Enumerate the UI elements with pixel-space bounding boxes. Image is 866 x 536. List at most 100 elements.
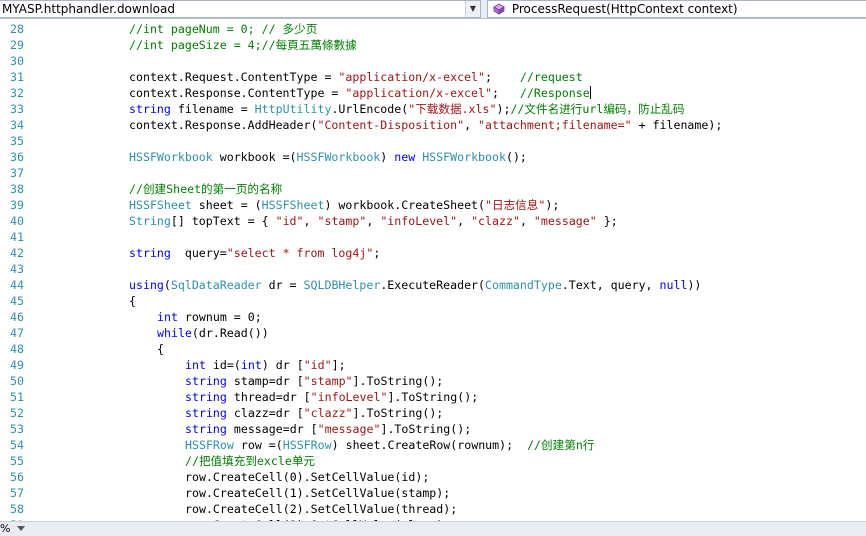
code-token: ].ToString(); xyxy=(352,406,444,420)
code-text: { xyxy=(129,293,136,309)
code-line[interactable]: 39 HSSFSheet sheet = (HSSFSheet) workbook… xyxy=(0,197,866,213)
line-number: 35 xyxy=(10,134,24,148)
code-token: , xyxy=(519,214,534,228)
code-token: ].ToString(); xyxy=(387,390,479,404)
member-selector-label: ProcessRequest(HttpContext context) xyxy=(511,2,738,16)
type-selector-dropdown[interactable]: MYASP.httphandler.download ▼ xyxy=(0,0,481,18)
code-line[interactable]: 43 xyxy=(0,261,866,277)
code-editor[interactable]: 28 //int pageNum = 0; // 多少页 29 //int pageS… xyxy=(0,19,866,521)
code-text: HSSFRow row =(HSSFRow) sheet.CreateRow(r… xyxy=(185,437,594,453)
code-text: using(SqlDataReader dr = SQLDBHelper.Exe… xyxy=(129,277,701,293)
code-line[interactable]: 47 while(dr.Read()) xyxy=(0,325,866,341)
code-text: string clazz=dr ["clazz"].ToString(); xyxy=(185,405,443,421)
code-text: //把值填充到excle单元 xyxy=(185,453,315,469)
code-token: context.Response.AddHeader( xyxy=(129,118,318,132)
code-token: ) xyxy=(380,150,395,164)
code-token: row.CreateCell(1).SetCellValue(stamp); xyxy=(185,486,451,500)
code-text: string message=dr ["message"].ToString()… xyxy=(185,421,471,437)
code-token: , xyxy=(464,118,479,132)
code-comment: //int pageSize = 4;//每頁五萬條數據 xyxy=(129,38,357,52)
code-line[interactable]: 36 HSSFWorkbook workbook =(HSSFWorkbook) … xyxy=(0,149,866,165)
code-line[interactable]: 31 context.Request.ContentType = "applica… xyxy=(0,69,866,85)
line-number: 51 xyxy=(10,390,24,404)
code-type: HSSFWorkbook xyxy=(296,150,381,164)
code-token: query= xyxy=(170,246,227,260)
zoom-level[interactable]: % xyxy=(0,522,10,536)
code-token: , xyxy=(457,214,472,228)
line-number: 55 xyxy=(10,454,24,468)
code-line[interactable]: 52 string clazz=dr ["clazz"].ToString(); xyxy=(0,405,866,421)
code-string: "message" xyxy=(317,422,381,436)
code-keyword: string xyxy=(129,102,171,116)
code-token: thread=dr [ xyxy=(226,390,311,404)
code-line[interactable]: 57 row.CreateCell(1).SetCellValue(stamp); xyxy=(0,485,866,501)
code-line[interactable]: 33 string filename = HttpUtility.UrlEncod… xyxy=(0,101,866,117)
code-token: filename = xyxy=(170,102,255,116)
code-line[interactable]: 30 xyxy=(0,53,866,69)
code-line[interactable]: 28 //int pageNum = 0; // 多少页 xyxy=(0,21,866,37)
member-selector-dropdown[interactable]: ProcessRequest(HttpContext context) xyxy=(487,0,866,18)
code-line[interactable]: 46 int rownum = 0; xyxy=(0,309,866,325)
code-line[interactable]: 53 string message=dr ["message"].ToString… xyxy=(0,421,866,437)
code-line[interactable]: 58 row.CreateCell(2).SetCellValue(thread)… xyxy=(0,501,866,517)
code-string: "stamp" xyxy=(317,214,367,228)
code-line[interactable]: 45 { xyxy=(0,293,866,309)
code-string: "clazz" xyxy=(303,406,353,420)
code-text: HSSFWorkbook workbook =(HSSFWorkbook) ne… xyxy=(129,149,527,165)
code-line[interactable]: 41 xyxy=(0,229,866,245)
code-token: .UrlEncode( xyxy=(331,102,409,116)
method-icon xyxy=(492,3,506,15)
code-line[interactable]: 51 string thread=dr ["infoLevel"].ToStrin… xyxy=(0,389,866,405)
code-type: HSSFSheet xyxy=(129,198,192,212)
code-token: ; xyxy=(485,70,520,84)
code-type: HSSFWorkbook xyxy=(129,150,213,164)
code-line[interactable]: 40 String[] topText = { "id", "stamp", "i… xyxy=(0,213,866,229)
code-comment: //Response xyxy=(519,86,590,100)
code-keyword: while xyxy=(157,326,192,340)
code-string: "application/x-excel" xyxy=(345,86,492,100)
line-number: 46 xyxy=(10,310,24,324)
code-token: ; xyxy=(373,246,381,260)
code-string: "attachment;filename=" xyxy=(478,118,632,132)
code-line[interactable]: 54 HSSFRow row =(HSSFRow) sheet.CreateRow… xyxy=(0,437,866,453)
code-string: "infoLevel" xyxy=(380,214,458,228)
code-line[interactable]: 29 //int pageSize = 4;//每頁五萬條數據 xyxy=(0,37,866,53)
code-token: row.CreateCell(0).SetCellValue(id); xyxy=(185,470,430,484)
code-line[interactable]: 50 string stamp=dr ["stamp"].ToString(); xyxy=(0,373,866,389)
code-line[interactable]: 55 //把值填充到excle单元 xyxy=(0,453,866,469)
line-number: 58 xyxy=(10,502,24,516)
code-string: "message" xyxy=(533,214,597,228)
line-number: 33 xyxy=(10,102,24,116)
code-token: id=( xyxy=(205,358,241,372)
code-keyword: using xyxy=(129,278,164,292)
code-keyword: int xyxy=(185,358,206,372)
code-line[interactable]: 44 using(SqlDataReader dr = SQLDBHelper.E… xyxy=(0,277,866,293)
code-comment: //文件名进行url编码，防止乱码 xyxy=(510,102,685,116)
code-type: SQLDBHelper xyxy=(303,278,381,292)
code-line[interactable]: 49 int id=(int) dr ["id"]; xyxy=(0,357,866,373)
code-line[interactable]: 32 context.Response.ContentType = "applic… xyxy=(0,85,866,101)
code-type: HSSFSheet xyxy=(261,198,325,212)
code-string: "infoLevel" xyxy=(310,390,388,404)
code-token: ) sheet.CreateRow(rownum); xyxy=(331,438,528,452)
code-line[interactable]: 56 row.CreateCell(0).SetCellValue(id); xyxy=(0,469,866,485)
code-token: { xyxy=(129,294,136,308)
line-number: 49 xyxy=(10,358,24,372)
zoom-dropdown-icon[interactable] xyxy=(17,526,25,531)
code-line[interactable]: 37 xyxy=(0,165,866,181)
code-line[interactable]: 42 string query="select * from log4j"; xyxy=(0,245,866,261)
code-token: dr = xyxy=(261,278,304,292)
code-line[interactable]: 34 context.Response.AddHeader("Content-Di… xyxy=(0,117,866,133)
chevron-down-icon[interactable]: ▼ xyxy=(465,1,480,17)
line-number: 45 xyxy=(10,294,24,308)
code-text: string stamp=dr ["stamp"].ToString(); xyxy=(185,373,443,389)
code-token: + filename); xyxy=(631,118,723,132)
code-token: ].ToString(); xyxy=(352,374,444,388)
line-number: 39 xyxy=(10,198,24,212)
code-line[interactable]: 38 //创建Sheet的第一页的名称 xyxy=(0,181,866,197)
code-line[interactable]: 48 { xyxy=(0,341,866,357)
line-number: 30 xyxy=(10,54,24,68)
code-keyword: string xyxy=(185,374,227,388)
code-string: "日志信息" xyxy=(485,198,546,212)
code-line[interactable]: 35 xyxy=(0,133,866,149)
